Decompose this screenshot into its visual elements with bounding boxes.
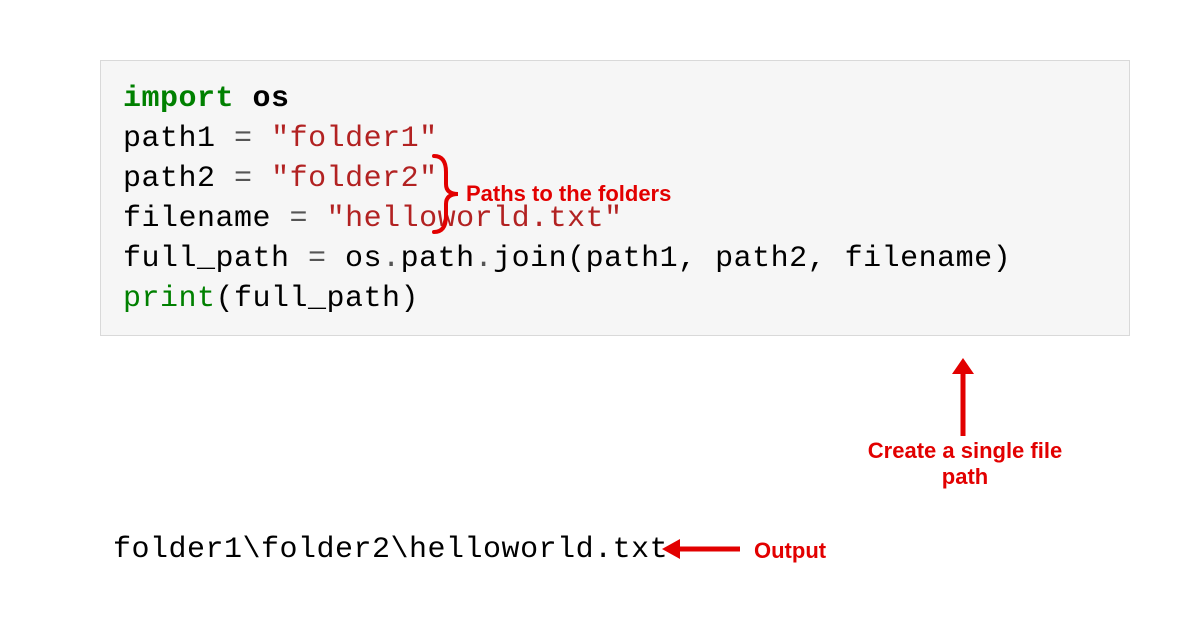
str-helloworld: "helloworld.txt" [327, 202, 623, 236]
code-line-7: full_path = os.path.join(path1, path2, f… [123, 239, 1107, 279]
str-folder1: "folder1" [271, 122, 438, 156]
code-line-8: print(full_path) [123, 279, 1107, 319]
brace-paths-icon [432, 152, 466, 236]
annotation-paths: Paths to the folders [466, 181, 671, 207]
diagram-container: import os path1 = "folder1" path2 = "fol… [0, 0, 1200, 630]
output-text: folder1\folder2\helloworld.txt [113, 530, 668, 570]
eq: = [234, 162, 253, 196]
var-path2: path2 [123, 162, 234, 196]
module-os: os [234, 82, 290, 116]
annotation-create-l1: Create a single file [860, 438, 1070, 464]
code-line-3: path1 = "folder1" [123, 119, 1107, 159]
var-path1: path1 [123, 122, 234, 156]
code-line-1: import os [123, 79, 1107, 119]
eq: = [290, 202, 309, 236]
annotation-output: Output [754, 538, 826, 564]
var-filename: filename [123, 202, 290, 236]
print-args: (full_path) [216, 282, 420, 316]
arrow-left-icon [662, 536, 740, 562]
str-folder2: "folder2" [271, 162, 438, 196]
keyword-import: import [123, 82, 234, 116]
var-fullpath: full_path [123, 242, 308, 276]
eq: = [234, 122, 253, 156]
annotation-create-l2: path [860, 464, 1070, 490]
arrow-up-icon [948, 358, 978, 436]
fn-print: print [123, 282, 216, 316]
eq: = [308, 242, 327, 276]
